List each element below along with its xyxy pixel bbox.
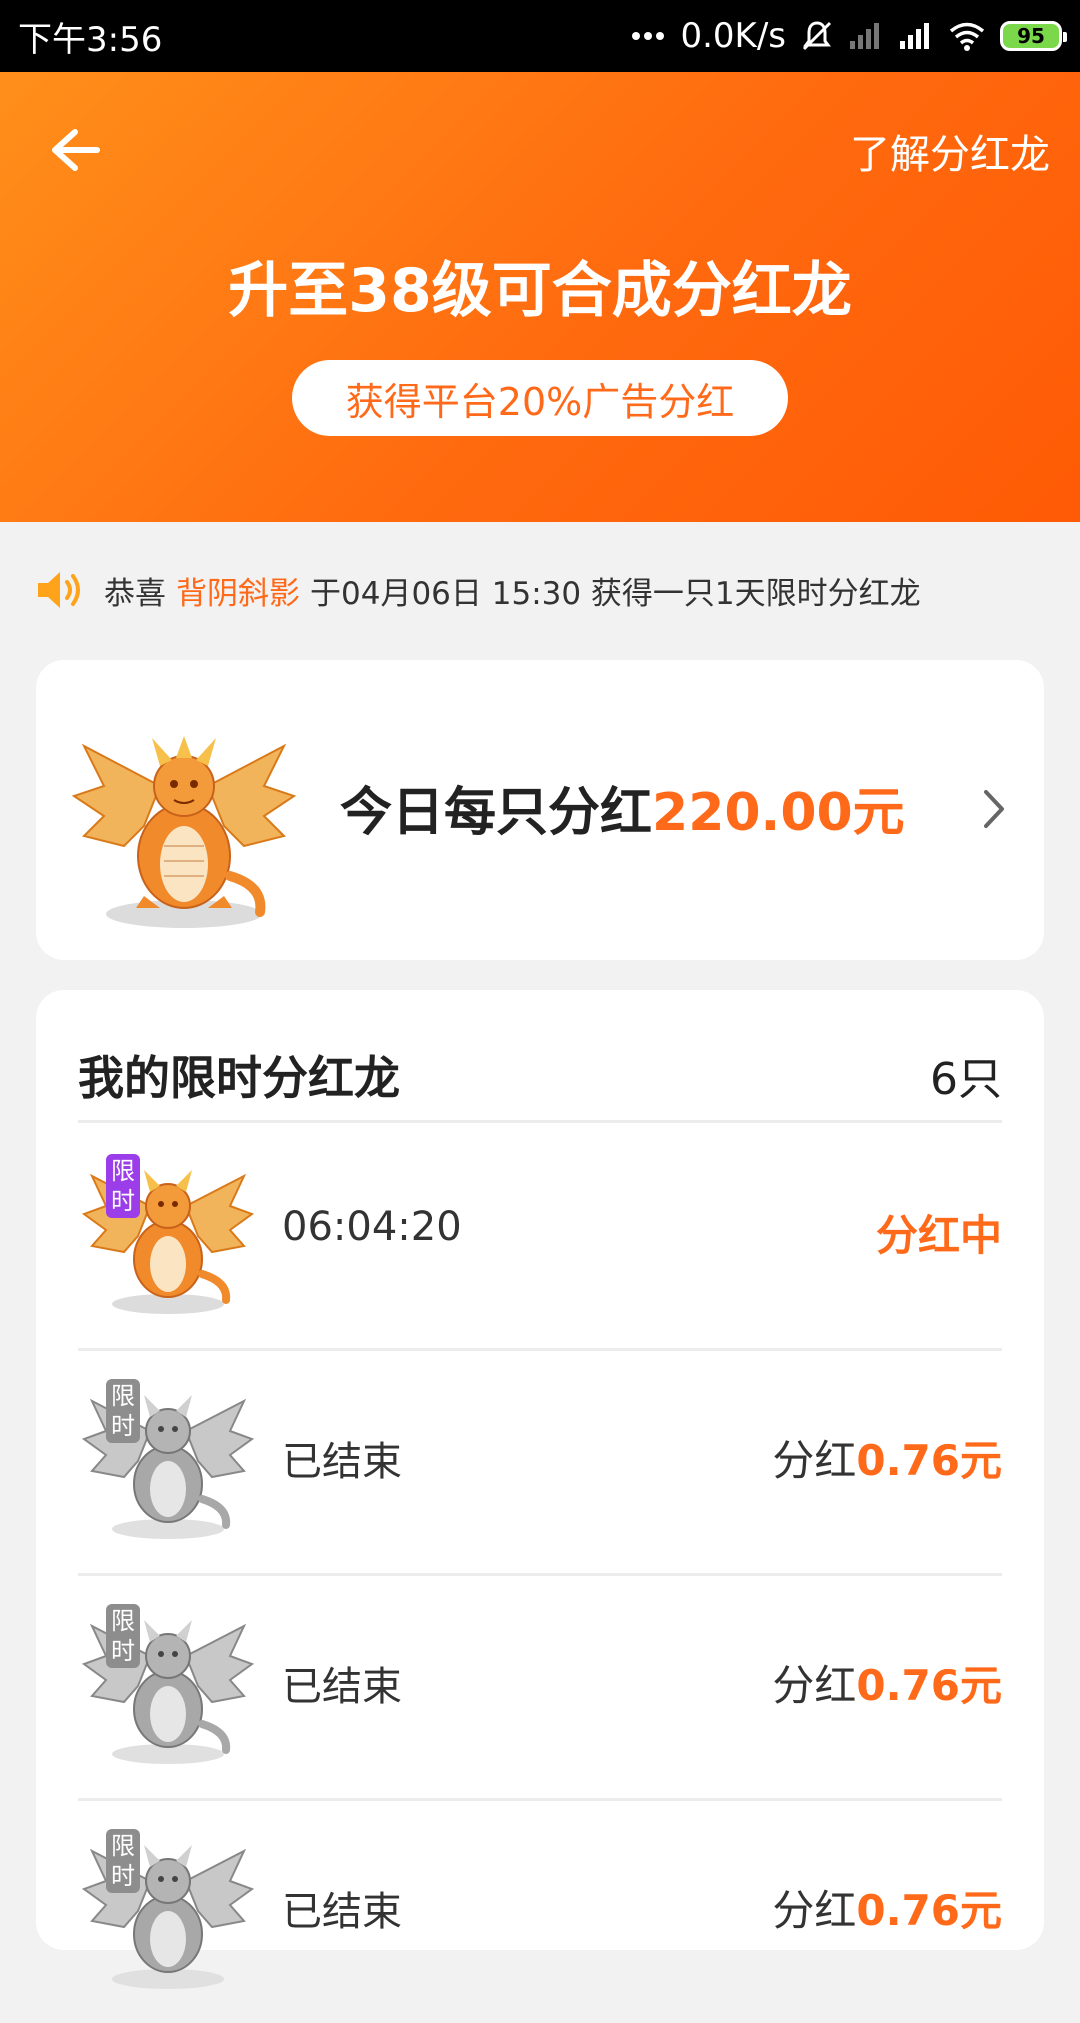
status-icons: 0.0K/s 95 xyxy=(630,16,1067,56)
dragon-icon xyxy=(81,1620,255,1764)
dividend-status: 分红中 xyxy=(875,1211,1002,1260)
status-bar: 下午3:56 0.0K/s 95 xyxy=(0,0,1080,72)
countdown-timer: 06:04:20 xyxy=(282,1204,462,1250)
notice-username: 背阴斜影 xyxy=(176,575,300,612)
dividend-amount: 分红0.76元 xyxy=(772,1427,1002,1488)
list-item[interactable]: 限时 06:04:20 分红中 xyxy=(78,1126,1002,1351)
daily-dividend-text: 今日每只分红220.00元 xyxy=(340,770,905,845)
status-time: 下午3:56 xyxy=(18,19,163,60)
signal-weak-icon xyxy=(848,21,884,51)
dividend-amount-prefix: 分红 xyxy=(772,1661,857,1710)
list-item[interactable]: 限时 已结束 分红0.76元 xyxy=(78,1801,1002,2023)
reward-pill: 获得平台20%广告分红 xyxy=(292,360,788,436)
dragon-status-text: 已结束 xyxy=(282,1439,402,1485)
arrow-left-icon xyxy=(52,129,100,171)
dragon-icon xyxy=(81,1170,255,1314)
limited-time-badge: 限时 xyxy=(106,1829,140,1893)
back-button[interactable] xyxy=(40,120,110,180)
network-speed: 0.0K/s xyxy=(680,16,786,56)
notice-message: 于04月06日 15:30 获得一只1天限时分红龙 xyxy=(310,575,921,612)
dragon-icon xyxy=(81,1395,255,1539)
limited-time-badge: 限时 xyxy=(106,1379,140,1443)
dragon-status-text: 已结束 xyxy=(282,1889,402,1935)
daily-dividend-card[interactable]: 今日每只分红220.00元 xyxy=(36,660,1044,960)
dragon-icon xyxy=(71,736,297,928)
dividend-amount-value: 0.76元 xyxy=(856,1436,1002,1485)
page-title: 升至38级可合成分红龙 xyxy=(228,256,852,326)
battery-indicator: 95 xyxy=(1000,21,1067,51)
dividend-amount: 分红0.76元 xyxy=(772,1652,1002,1713)
limited-time-badge: 限时 xyxy=(106,1604,140,1668)
list-item[interactable]: 限时 已结束 分红0.76元 xyxy=(78,1351,1002,1576)
dragon-status-text: 已结束 xyxy=(282,1664,402,1710)
daily-dividend-label: 今日每只分红 xyxy=(340,783,653,843)
header-banner: 了解分红龙 升至38级可合成分红龙 获得平台20%广告分红 xyxy=(0,72,1080,522)
signal-icon xyxy=(898,21,934,51)
more-dots-icon xyxy=(630,30,666,42)
dividend-amount-value: 0.76元 xyxy=(856,1886,1002,1935)
chevron-right-icon xyxy=(984,790,1004,828)
my-dragons-card: 我的限时分红龙 6只 限时 06:04:20 分红中 限时 已结束 分红0.76… xyxy=(36,990,1044,1989)
mute-icon xyxy=(800,19,834,53)
dividend-amount-value: 0.76元 xyxy=(856,1661,1002,1710)
about-dividend-dragon-link[interactable]: 了解分红龙 xyxy=(850,122,1050,180)
dragon-icon xyxy=(81,1845,255,1989)
my-dragons-title: 我的限时分红龙 xyxy=(78,1051,400,1105)
daily-dividend-amount: 220.00元 xyxy=(652,783,905,843)
notice-prefix: 恭喜 xyxy=(104,575,166,612)
my-dragons-header: 我的限时分红龙 6只 xyxy=(78,1030,1002,1123)
dividend-amount-prefix: 分红 xyxy=(772,1886,857,1935)
announcement-bar: 恭喜 背阴斜影 于04月06日 15:30 获得一只1天限时分红龙 xyxy=(0,560,1080,620)
speaker-icon xyxy=(34,568,86,612)
dividend-amount-prefix: 分红 xyxy=(772,1436,857,1485)
list-item[interactable]: 限时 已结束 分红0.76元 xyxy=(78,1576,1002,1801)
limited-time-badge: 限时 xyxy=(106,1154,140,1218)
my-dragons-count: 6只 xyxy=(930,1054,1002,1105)
dividend-amount: 分红0.76元 xyxy=(772,1877,1002,1938)
wifi-icon xyxy=(948,21,986,51)
